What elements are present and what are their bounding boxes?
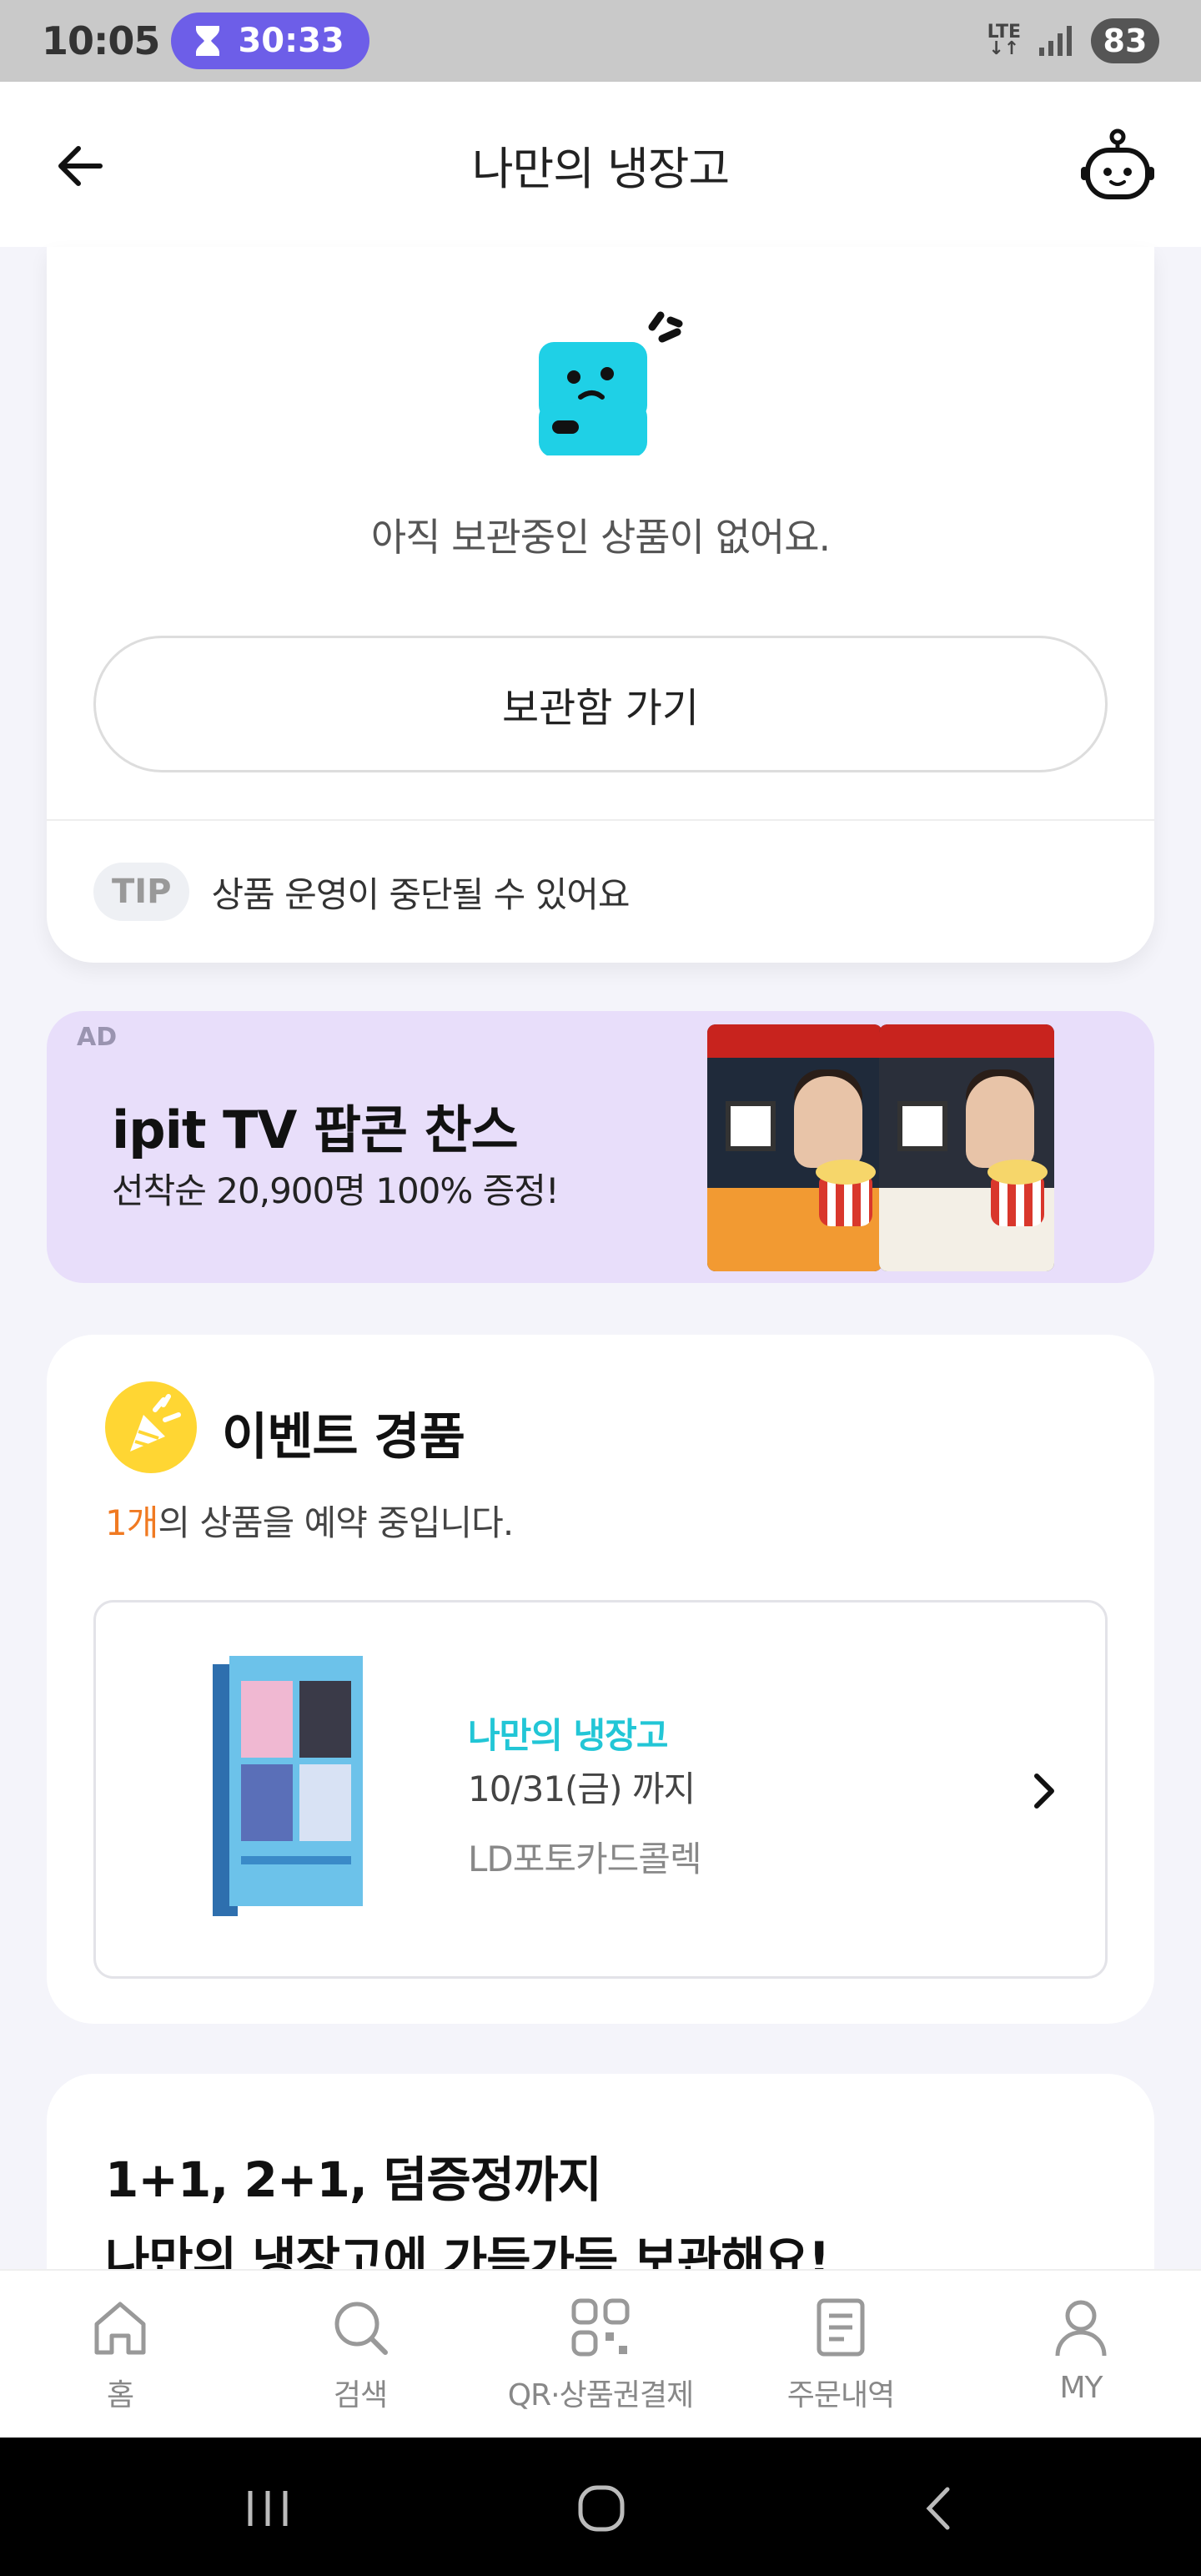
event-prize-card: 이벤트 경품 1개의 상품을 예약 중입니다. 나만의 냉장고 10/31(금)… xyxy=(47,1335,1154,2024)
home-icon xyxy=(94,2302,146,2355)
go-storage-button[interactable]: 보관함 가기 xyxy=(93,636,1108,772)
ad-subtitle: 선착순 20,900명 100% 증정! xyxy=(112,1170,560,1211)
timer-pill: 30:33 xyxy=(171,13,369,69)
nav-label-search: 검색 xyxy=(333,2378,388,2412)
qr-icon xyxy=(571,2298,630,2357)
party-popper-icon xyxy=(105,1381,197,1473)
home-button-icon[interactable] xyxy=(572,2479,631,2538)
nav-item-my[interactable]: MY xyxy=(961,2271,1201,2438)
empty-fridge-icon xyxy=(539,311,683,455)
timer-text: 30:33 xyxy=(238,22,344,60)
arrow-left-icon[interactable] xyxy=(52,137,110,195)
event-item[interactable]: 나만의 냉장고 10/31(금) 까지 LD포토카드콜렉 xyxy=(93,1600,1108,1979)
item-date: 10/31(금) 까지 xyxy=(468,1768,696,1809)
battery-indicator: 83 xyxy=(1091,18,1159,63)
ad-label: AD xyxy=(77,1023,118,1052)
event-title: 이벤트 경품 xyxy=(222,1408,465,1467)
status-indicators: LTE ↓↑ 83 xyxy=(987,18,1159,63)
status-time: 10:05 xyxy=(42,18,160,63)
tip-badge: TIP xyxy=(93,863,190,921)
tip-text[interactable]: 상품 운영이 중단될 수 있어요 xyxy=(211,867,630,918)
ad-product-image xyxy=(879,1024,1054,1271)
hourglass-icon xyxy=(196,26,220,56)
nav-label-qr-payment: QR·상품권결제 xyxy=(507,2378,694,2412)
ad-title: ipit TV 팝콘 찬스 xyxy=(112,1099,519,1160)
promo-heading: 1+1, 2+1, 덤증정까지 xyxy=(105,2151,602,2208)
bottom-nav: 홈 검색 QR·상품권결제 주문내역 MY xyxy=(0,2269,1201,2438)
event-count: 1개 xyxy=(105,1502,158,1543)
system-nav-bar xyxy=(0,2438,1201,2576)
ad-banner[interactable]: AD ipit TV 팝콘 찬스 선착순 20,900명 100% 증정! xyxy=(47,1011,1154,1283)
storage-card: 아직 보관중인 상품이 없어요. 보관함 가기 TIP 상품 운영이 중단될 수… xyxy=(47,247,1154,963)
system-back-icon[interactable] xyxy=(911,2479,969,2538)
data-arrows-icon: ↓↑ xyxy=(988,38,1020,59)
nav-item-home[interactable]: 홈 xyxy=(0,2271,240,2438)
empty-message: 아직 보관중인 상품이 없어요. xyxy=(370,515,831,560)
tip-row: TIP 상품 운영이 중단될 수 있어요 xyxy=(93,863,631,921)
signal-icon xyxy=(1039,26,1072,56)
nav-label-my: MY xyxy=(1059,2371,1103,2405)
event-count-text: 1개의 상품을 예약 중입니다. xyxy=(105,1502,514,1543)
nav-label-home: 홈 xyxy=(106,2378,134,2412)
photocard-collection-image xyxy=(213,1656,363,1916)
person-icon xyxy=(1055,2300,1107,2357)
item-name: 나만의 냉장고 xyxy=(468,1715,668,1756)
nav-item-search[interactable]: 검색 xyxy=(240,2271,480,2438)
search-icon xyxy=(334,2302,388,2355)
chatbot-icon[interactable] xyxy=(1078,125,1158,205)
app-header: 나만의 냉장고 xyxy=(0,82,1201,247)
page-title: 나만의 냉장고 xyxy=(471,142,730,195)
nav-item-orders[interactable]: 주문내역 xyxy=(721,2271,961,2438)
chevron-right-icon[interactable] xyxy=(1023,1766,1065,1816)
divider xyxy=(47,819,1154,821)
lte-indicator: LTE ↓↑ xyxy=(987,22,1021,59)
ad-product-image xyxy=(707,1024,882,1271)
item-product: LD포토카드콜렉 xyxy=(468,1839,702,1879)
nav-item-qr-payment[interactable]: QR·상품권결제 xyxy=(480,2271,721,2438)
status-bar: 10:05 30:33 LTE ↓↑ 83 xyxy=(0,0,1201,82)
recent-apps-icon[interactable] xyxy=(239,2479,297,2538)
receipt-icon xyxy=(817,2298,865,2357)
nav-label-orders: 주문내역 xyxy=(786,2378,895,2412)
